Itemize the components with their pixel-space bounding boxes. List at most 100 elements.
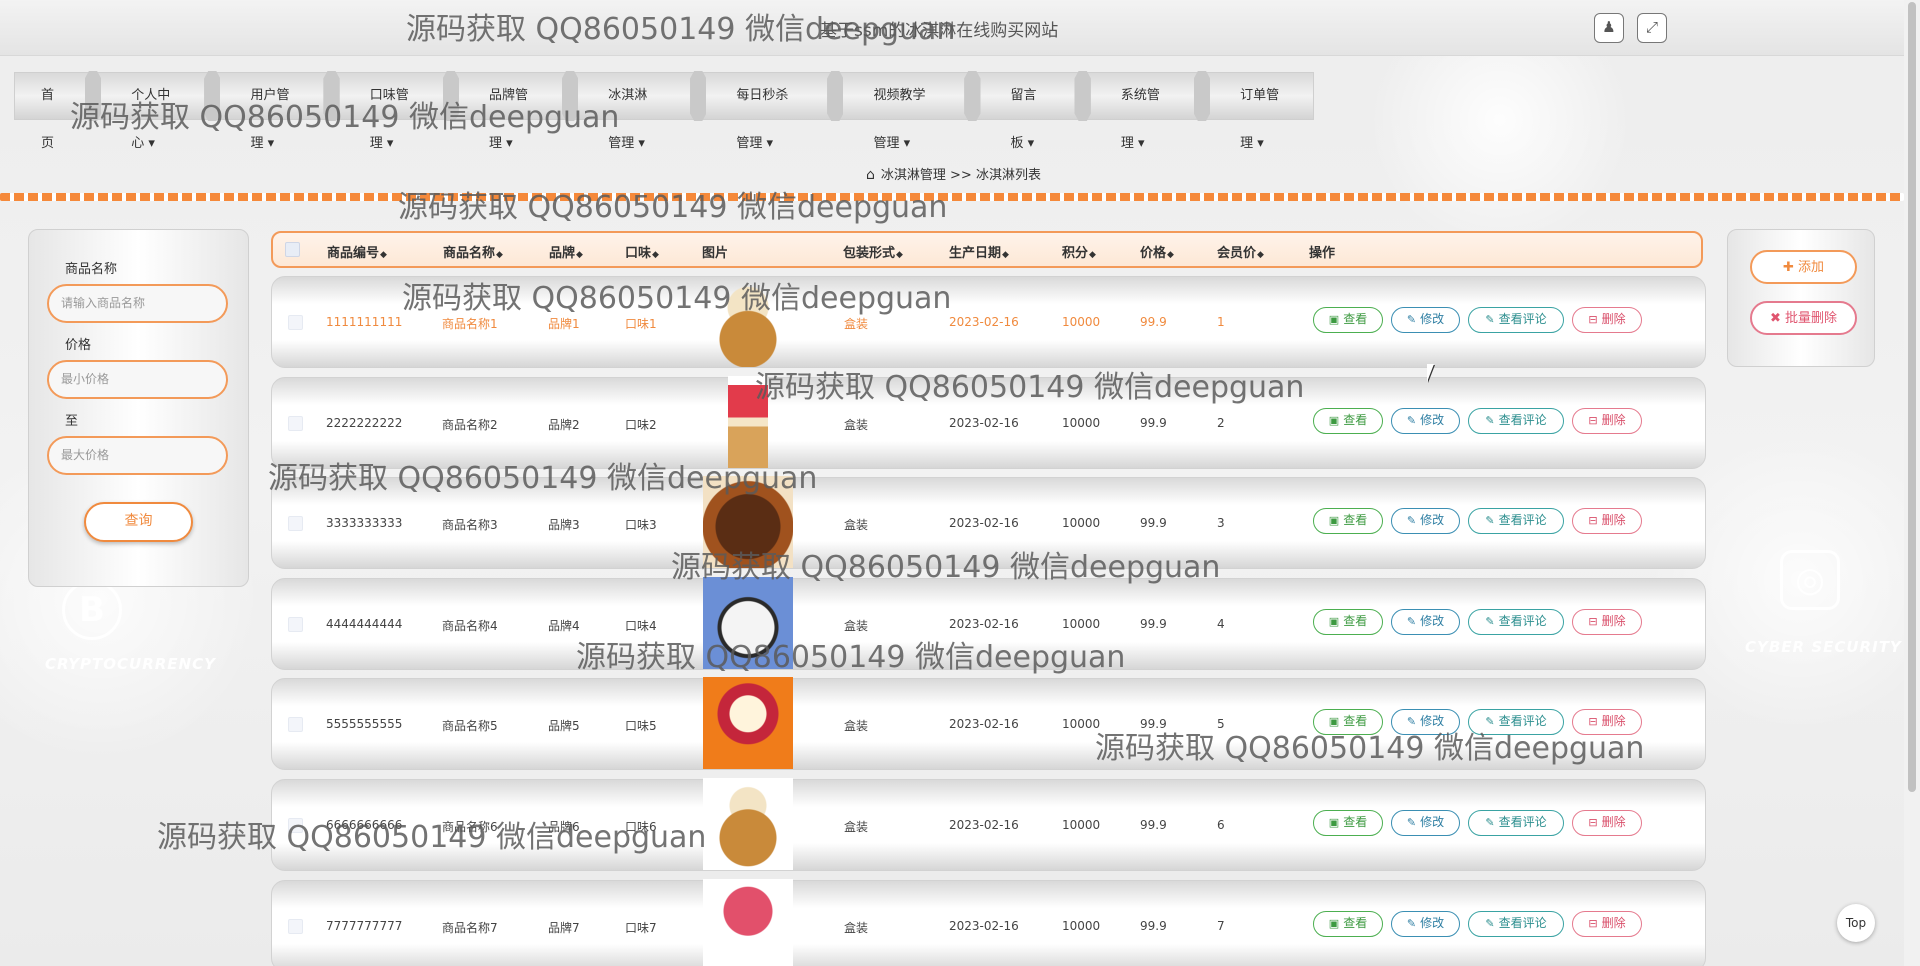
header-member-price[interactable]: 会员价◆ [1217,242,1264,261]
sort-icon: ◆ [652,250,659,260]
nav-item-videos[interactable]: 视频教学管理 ▾ [843,72,964,151]
sort-icon: ◆ [1089,250,1096,260]
table-row[interactable]: 6666666666 商品名称6 品牌6 口味6 盒装 2023-02-16 10000 99… [271,778,1706,871]
button-label: 修改 [1420,815,1445,829]
add-button[interactable]: ✚ 添加 [1750,250,1857,284]
edit-button[interactable]: ✎ 修改 [1391,408,1460,434]
delete-button[interactable]: ⊟ 删除 [1572,810,1642,836]
scrollbar-thumb[interactable] [1908,2,1916,792]
product-image[interactable] [703,476,793,568]
row-checkbox[interactable] [288,516,303,531]
view-comments-button[interactable]: ✎ 查看评论 [1468,508,1564,534]
view-button[interactable]: ▣ 查看 [1313,911,1383,937]
button-label: 删除 [1601,312,1626,326]
select-all-checkbox[interactable] [285,242,300,257]
product-image[interactable] [703,778,793,870]
cell-code: 5555555555 [326,717,403,731]
user-icon[interactable]: ♟ [1594,13,1624,43]
header-name[interactable]: 商品名称◆ [443,242,503,261]
delete-button[interactable]: ⊟ 删除 [1572,911,1642,937]
min-price-input[interactable]: 最小价格 [47,360,228,399]
view-button[interactable]: ▣ 查看 [1313,609,1383,635]
delete-button[interactable]: ⊟ 删除 [1572,609,1642,635]
row-checkbox[interactable] [288,416,303,431]
row-checkbox[interactable] [288,919,303,934]
cell-member-price: 6 [1217,818,1225,832]
view-comments-button[interactable]: ✎ 查看评论 [1468,810,1564,836]
header-label: 品牌 [549,246,576,261]
edit-button[interactable]: ✎ 修改 [1391,810,1460,836]
delete-button[interactable]: ⊟ 删除 [1572,508,1642,534]
row-checkbox[interactable] [288,315,303,330]
edit-button[interactable]: ✎ 修改 [1391,508,1460,534]
header-brand[interactable]: 品牌◆ [549,242,583,261]
product-image[interactable] [703,376,793,468]
minus-square-icon: ⊟ [1588,514,1598,527]
edit-icon: ✎ [1485,816,1495,829]
nav-item-system[interactable]: 系统管理 ▾ [1091,72,1194,151]
view-button[interactable]: ▣ 查看 [1313,508,1383,534]
nav-item-brands[interactable]: 品牌管理 ▾ [459,72,562,151]
nav-item-messages[interactable]: 留言板 ▾ [981,72,1075,151]
row-checkbox[interactable] [288,717,303,732]
view-comments-button[interactable]: ✎ 查看评论 [1468,408,1564,434]
nav-separator [690,71,707,121]
product-image[interactable] [703,879,793,966]
view-button[interactable]: ▣ 查看 [1313,709,1383,735]
row-checkbox[interactable] [288,818,303,833]
header-points[interactable]: 积分◆ [1062,242,1096,261]
scrollbar[interactable] [1904,0,1920,966]
product-image[interactable] [703,677,793,769]
nav-item-flash-sale[interactable]: 每日秒杀管理 ▾ [706,72,827,151]
row-checkbox[interactable] [288,617,303,632]
view-comments-button[interactable]: ✎ 查看评论 [1468,911,1564,937]
back-to-top-button[interactable]: Top [1837,904,1875,942]
nav-item-profile[interactable]: 个人中心 ▾ [101,72,204,151]
batch-delete-button[interactable]: ✖ 批量删除 [1750,301,1857,335]
edit-button[interactable]: ✎ 修改 [1391,609,1460,635]
query-button[interactable]: 查询 [84,502,193,542]
view-comments-button[interactable]: ✎ 查看评论 [1468,307,1564,333]
fullscreen-icon[interactable]: ⤢ [1637,13,1667,43]
sort-icon: ◆ [380,250,387,260]
header-label: 价格 [1140,246,1167,261]
edit-button[interactable]: ✎ 修改 [1391,307,1460,333]
header-code[interactable]: 商品编号◆ [327,242,387,261]
header-package[interactable]: 包装形式◆ [843,242,903,261]
header-flavor[interactable]: 口味◆ [625,242,659,261]
button-label: 删除 [1601,513,1626,527]
table-row[interactable]: 1111111111 商品名称1 品牌1 口味1 盒装 2023-02-16 10000 99… [271,275,1706,368]
view-button[interactable]: ▣ 查看 [1313,307,1383,333]
product-image[interactable] [703,577,793,669]
cell-flavor: 口味1 [625,317,657,331]
view-comments-button[interactable]: ✎ 查看评论 [1468,709,1564,735]
delete-button[interactable]: ⊟ 删除 [1572,709,1642,735]
cell-date: 2023-02-16 [949,416,1019,430]
header-price[interactable]: 价格◆ [1140,242,1174,261]
nav-item-home[interactable]: 首页 [15,72,85,151]
table-row[interactable]: 7777777777 商品名称7 品牌7 口味7 盒装 2023-02-16 10000 99… [271,879,1706,966]
home-icon[interactable]: ⌂ [866,167,875,183]
product-image[interactable] [703,275,793,367]
delete-button[interactable]: ⊟ 删除 [1572,307,1642,333]
view-button[interactable]: ▣ 查看 [1313,810,1383,836]
edit-button[interactable]: ✎ 修改 [1391,709,1460,735]
cell-package: 盒装 [844,317,869,331]
header-date[interactable]: 生产日期◆ [949,242,1009,261]
delete-button[interactable]: ⊟ 删除 [1572,408,1642,434]
nav-item-flavors[interactable]: 口味管理 ▾ [340,72,443,151]
nav-item-orders[interactable]: 订单管理 ▾ [1210,72,1313,151]
cell-points: 10000 [1062,919,1101,933]
table-row[interactable]: 3333333333 商品名称3 品牌3 口味3 盒装 2023-02-16 10000 99… [271,476,1706,569]
max-price-input[interactable]: 最大价格 [47,436,228,475]
table-row[interactable]: 2222222222 商品名称2 品牌2 口味2 盒装 2023-02-16 10000 99… [271,376,1706,469]
nav-item-users[interactable]: 用户管理 ▾ [220,72,323,151]
nav-item-icecream[interactable]: 冰淇淋管理 ▾ [578,72,690,151]
edit-button[interactable]: ✎ 修改 [1391,911,1460,937]
table-row[interactable]: 5555555555 商品名称5 品牌5 口味5 盒装 2023-02-16 10000 99… [271,677,1706,770]
name-input[interactable]: 请输入商品名称 [47,284,228,323]
view-button[interactable]: ▣ 查看 [1313,408,1383,434]
table-row[interactable]: 4444444444 商品名称4 品牌4 口味4 盒装 2023-02-16 10000 99… [271,577,1706,670]
view-comments-button[interactable]: ✎ 查看评论 [1468,609,1564,635]
button-label: 删除 [1601,413,1626,427]
